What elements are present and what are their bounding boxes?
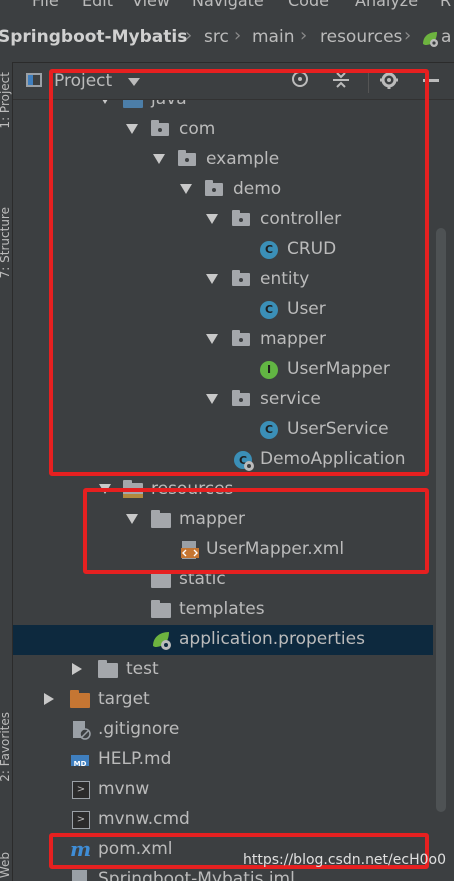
breadcrumb-main[interactable]: main (252, 27, 294, 47)
menu-code[interactable]: Code (288, 0, 329, 10)
tree-row-target[interactable]: target (13, 685, 433, 715)
tree-label: test (126, 659, 159, 679)
tree-row-mvnw[interactable]: > mvnw (13, 775, 433, 805)
tree-label: mvnw.cmd (98, 809, 190, 829)
menu-refactor[interactable]: R (440, 0, 451, 10)
folder-icon (151, 600, 171, 618)
tree-label: templates (179, 599, 265, 619)
project-view-icon (26, 73, 42, 87)
menu-navigate[interactable]: Navigate (192, 0, 264, 10)
highlight-box-mapper-xml (83, 488, 429, 574)
web-tool-tab[interactable]: Web (0, 852, 12, 878)
shell-file-icon: > (72, 781, 90, 799)
tree-label: .gitignore (98, 719, 180, 739)
tree-scrollbar[interactable] (436, 228, 446, 812)
gitignore-file-icon (71, 720, 91, 740)
tree-row-gitignore[interactable]: .gitignore (13, 715, 433, 745)
cmd-file-icon: > (72, 811, 90, 829)
breadcrumb-separator-icon: › (404, 25, 412, 46)
folder-icon (151, 570, 171, 588)
tree-label: target (98, 689, 150, 709)
menu-edit[interactable]: Edit (82, 0, 113, 10)
tree-row-help-md[interactable]: MD HELP.md (13, 745, 433, 775)
tree-row-templates[interactable]: templates (13, 595, 433, 625)
menu-bar: File Edit View Navigate Code Analyze R (0, 0, 454, 14)
breadcrumb-separator-icon: › (185, 25, 193, 46)
project-tool-tab[interactable]: 1: Project (0, 72, 12, 129)
watermark: https://blog.csdn.net/ecH0o0 (243, 852, 446, 868)
breadcrumb: Springboot-Mybatis › src › main › resour… (0, 14, 454, 63)
spring-properties-icon (421, 30, 439, 48)
excluded-folder-icon (70, 690, 90, 708)
tree-row-test[interactable]: test (13, 655, 433, 685)
markdown-file-icon: MD (71, 755, 89, 768)
tree-label: application.properties (179, 629, 365, 649)
menu-file[interactable]: File (32, 0, 59, 10)
tree-label: Springboot-Mybatis.iml (98, 869, 295, 881)
favorites-tool-tab[interactable]: 2: Favorites (0, 712, 12, 782)
folder-icon (98, 660, 118, 678)
breadcrumb-file[interactable]: a (441, 27, 451, 47)
structure-tool-tab[interactable]: 7: Structure (0, 207, 12, 278)
menu-analyze[interactable]: Analyze (355, 0, 418, 10)
iml-file-icon (72, 870, 87, 881)
breadcrumb-project[interactable]: Springboot-Mybatis (0, 27, 187, 47)
menu-view[interactable]: View (132, 0, 170, 10)
tree-label: mvnw (98, 779, 150, 799)
breadcrumb-separator-icon: › (300, 25, 308, 46)
tree-label: HELP.md (98, 749, 172, 769)
spring-properties-icon (151, 630, 171, 650)
tree-row-application-properties[interactable]: application.properties (13, 625, 433, 655)
breadcrumb-separator-icon: › (234, 25, 242, 46)
collapse-arrow-icon[interactable] (44, 693, 54, 705)
highlight-box-java-packages (49, 69, 429, 476)
collapse-arrow-icon[interactable] (72, 663, 82, 675)
left-tool-stripe: 1: Project 7: Structure 2: Favorites Web (0, 62, 13, 881)
breadcrumb-resources[interactable]: resources (320, 27, 402, 47)
breadcrumb-src[interactable]: src (204, 27, 229, 47)
tree-row-mvnw-cmd[interactable]: > mvnw.cmd (13, 805, 433, 835)
